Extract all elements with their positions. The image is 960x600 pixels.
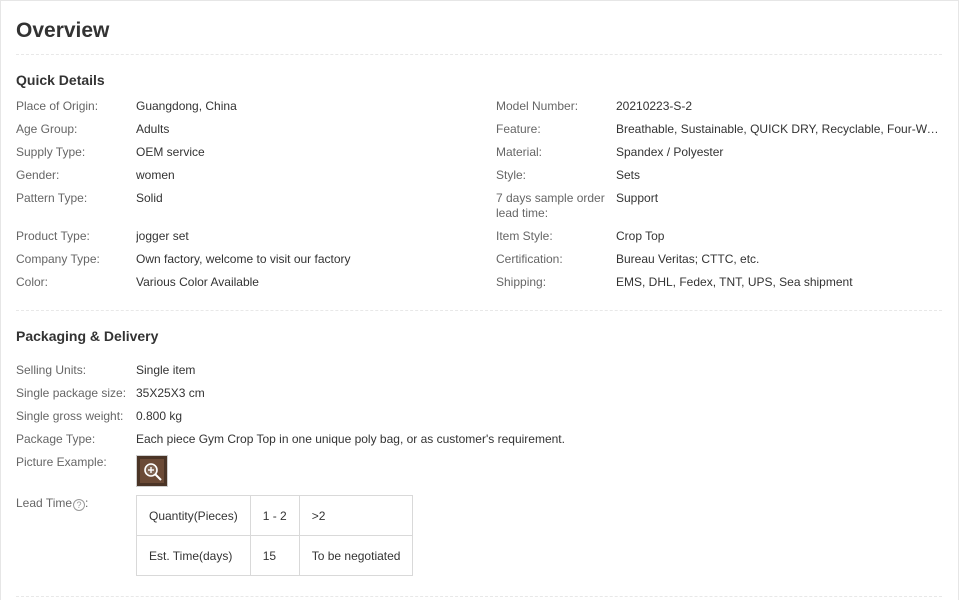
packaging-row-package-type: Package Type: Each piece Gym Crop Top in…	[16, 432, 716, 449]
detail-row-sample-lead-time: 7 days sample order lead time: Support	[496, 191, 940, 223]
detail-label: Gender:	[16, 168, 60, 182]
packaging-row-picture-example: Picture Example:	[16, 455, 486, 472]
detail-value: Breathable, Sustainable, QUICK DRY, Recy…	[616, 122, 940, 136]
lead-time-table: Quantity(Pieces) 1 - 2 >2 Est. Time(days…	[136, 495, 414, 576]
lead-time-colon: :	[85, 496, 89, 510]
detail-row-material: Material: Spandex / Polyester	[496, 145, 940, 162]
detail-row-place-of-origin: Place of Origin: Guangdong, China	[16, 99, 486, 116]
detail-row-pattern-type: Pattern Type: Solid	[16, 191, 486, 208]
help-icon[interactable]: ?	[73, 499, 86, 511]
table-row: Quantity(Pieces) 1 - 2 >2	[136, 495, 414, 536]
detail-label: Selling Units:	[16, 363, 87, 377]
detail-row-item-style: Item Style: Crop Top	[496, 229, 940, 246]
picture-example-thumbnail[interactable]	[136, 455, 168, 487]
detail-value: Sets	[616, 168, 641, 182]
detail-label: Color:	[16, 275, 49, 289]
detail-value: Guangdong, China	[136, 99, 237, 113]
detail-row-style: Style: Sets	[496, 168, 940, 185]
detail-row-company-type: Company Type: Own factory, welcome to vi…	[16, 252, 486, 269]
detail-value: Various Color Available	[136, 275, 259, 289]
detail-label: Single package size:	[16, 386, 127, 400]
packaging-row-gross-weight: Single gross weight: 0.800 kg	[16, 409, 486, 426]
quick-details-heading: Quick Details	[16, 72, 105, 88]
detail-value: 0.800 kg	[136, 409, 183, 423]
detail-value: Solid	[136, 191, 163, 205]
detail-label: Package Type:	[16, 432, 96, 446]
packaging-heading: Packaging & Delivery	[16, 328, 159, 344]
detail-row-shipping: Shipping: EMS, DHL, Fedex, TNT, UPS, Sea…	[496, 275, 940, 292]
detail-value: Crop Top	[616, 229, 665, 243]
detail-row-product-type: Product Type: jogger set	[16, 229, 486, 246]
page-title: Overview	[16, 19, 110, 42]
table-cell: 1 - 2	[249, 495, 300, 536]
title-divider	[16, 54, 942, 55]
lead-time-label: Lead Time?:	[16, 496, 88, 511]
detail-row-feature: Feature: Breathable, Sustainable, QUICK …	[496, 122, 940, 139]
detail-value: Each piece Gym Crop Top in one unique po…	[136, 432, 565, 446]
detail-value: Own factory, welcome to visit our factor…	[136, 252, 351, 266]
detail-label: Certification:	[496, 252, 563, 266]
detail-value: EMS, DHL, Fedex, TNT, UPS, Sea shipment	[616, 275, 853, 289]
detail-value: Spandex / Polyester	[616, 145, 724, 159]
detail-label: Picture Example:	[16, 455, 107, 469]
detail-row-certification: Certification: Bureau Veritas; CTTC, etc…	[496, 252, 940, 269]
detail-value: jogger set	[136, 229, 189, 243]
detail-row-color: Color: Various Color Available	[16, 275, 486, 292]
detail-label: Item Style:	[496, 229, 553, 243]
detail-label: Place of Origin:	[16, 99, 99, 113]
detail-value: Bureau Veritas; CTTC, etc.	[616, 252, 760, 266]
detail-value: Support	[616, 191, 659, 205]
packaging-divider	[16, 596, 942, 597]
detail-value: women	[136, 168, 175, 182]
detail-row-supply-type: Supply Type: OEM service	[16, 145, 486, 162]
lead-time-text: Lead Time	[16, 496, 73, 510]
table-cell: Est. Time(days)	[136, 535, 251, 576]
quick-details-divider	[16, 310, 942, 311]
table-row: Est. Time(days) 15 To be negotiated	[136, 535, 414, 576]
table-cell: Quantity(Pieces)	[136, 495, 251, 536]
table-cell: >2	[298, 495, 414, 536]
detail-label: Company Type:	[16, 252, 100, 266]
detail-label: Supply Type:	[16, 145, 86, 159]
detail-label: Shipping:	[496, 275, 547, 289]
detail-value: Adults	[136, 122, 170, 136]
detail-label: Model Number:	[496, 99, 579, 113]
detail-label: Feature:	[496, 122, 541, 136]
detail-label: 7 days sample order lead time:	[496, 191, 605, 220]
detail-value: 20210223-S-2	[616, 99, 693, 113]
detail-value: OEM service	[136, 145, 205, 159]
detail-label: Age Group:	[16, 122, 78, 136]
zoom-in-icon	[144, 463, 162, 481]
detail-label: Pattern Type:	[16, 191, 88, 205]
packaging-row-selling-units: Selling Units: Single item	[16, 363, 486, 380]
detail-label: Material:	[496, 145, 543, 159]
detail-label: Style:	[496, 168, 527, 182]
detail-label: Single gross weight:	[16, 409, 124, 423]
detail-row-age-group: Age Group: Adults	[16, 122, 486, 139]
table-cell: 15	[249, 535, 300, 576]
detail-row-gender: Gender: women	[16, 168, 486, 185]
detail-value: Single item	[136, 363, 196, 377]
table-cell: To be negotiated	[298, 535, 414, 576]
packaging-row-package-size: Single package size: 35X25X3 cm	[16, 386, 486, 403]
detail-row-model-number: Model Number: 20210223-S-2	[496, 99, 940, 116]
detail-value: 35X25X3 cm	[136, 386, 205, 400]
detail-label: Product Type:	[16, 229, 90, 243]
